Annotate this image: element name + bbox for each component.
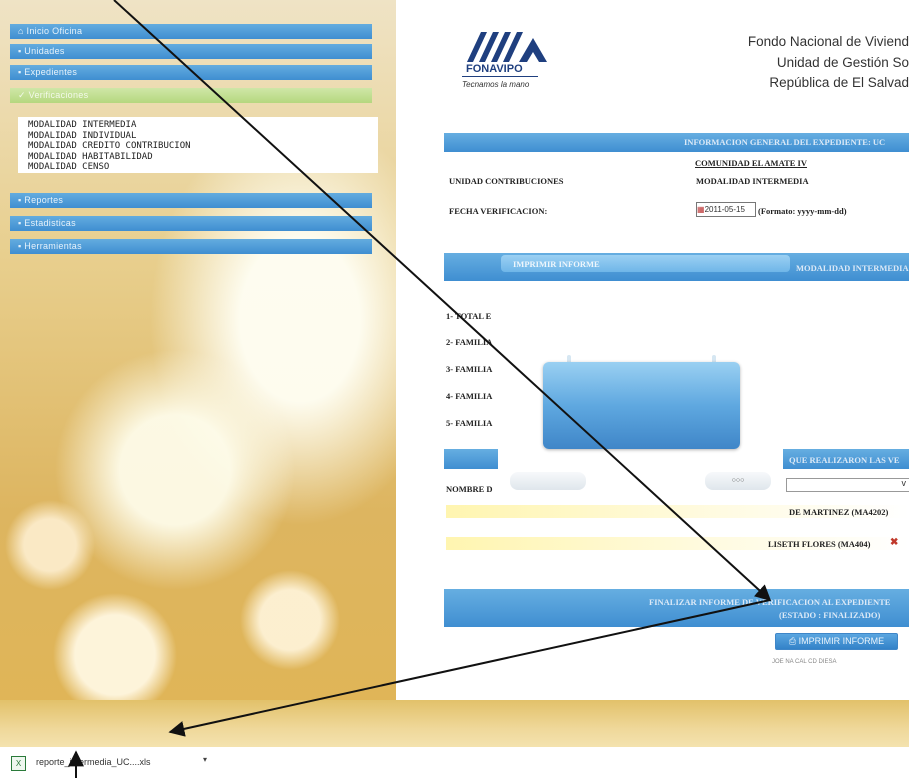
sidebar-item-inicio[interactable]: ⌂ Inicio Oficina <box>10 24 372 39</box>
verifier-name-2: LISETH FLORES (MA404) <box>768 539 871 549</box>
verifiers-band-left <box>444 449 498 469</box>
modalidad-band-title: MODALIDAD INTERMEDIA <box>796 263 909 273</box>
sidebar-item-label: Expedientes <box>24 67 78 77</box>
name-column-label: NOMBRE D <box>446 484 493 494</box>
date-format-hint: (Formato: yyyy-mm-dd) <box>758 206 847 216</box>
unit-label: UNIDAD CONTRIBUCIONES <box>449 176 564 186</box>
header-unit: Unidad de Gestión So <box>776 55 909 70</box>
verifier-row-2: LISETH FLORES (MA404) ✖ <box>446 537 909 550</box>
dialog-cancel-button[interactable] <box>510 472 586 490</box>
sidebar-item-label: Verificaciones <box>28 90 89 100</box>
sidebar-item-herramientas[interactable]: ▪ Herramientas <box>10 239 372 254</box>
verifiers-band-title: QUE REALIZARON LAS VE <box>789 455 900 465</box>
chevron-down-icon[interactable]: ▾ <box>203 755 207 764</box>
family-row-2: 2- FAMILIA <box>446 337 493 347</box>
sidebar-item-estadisticas[interactable]: ▪ Estadisticas <box>10 216 372 231</box>
screenshot-stage: ⌂ Inicio Oficina ▪ Unidades ▪ Expediente… <box>0 0 909 778</box>
list-item-modalidad-habitabilidad[interactable]: MODALIDAD HABITABILIDAD <box>18 152 378 163</box>
chevron-down-icon: v <box>901 478 907 488</box>
dialog-ok-button[interactable]: ○○○ <box>705 472 771 490</box>
sidebar-item-reportes[interactable]: ▪ Reportes <box>10 193 372 208</box>
sidebar: ⌂ Inicio Oficina ▪ Unidades ▪ Expediente… <box>0 0 396 730</box>
sidebar-item-label: Herramientas <box>24 241 82 251</box>
footnote: JOE NA CAL CD DIESA <box>772 659 837 665</box>
dialog-title: IMPRIMIR INFORME <box>513 259 600 269</box>
date-input[interactable]: ▦2011-05-15 <box>696 202 756 217</box>
download-bar: X reporte_intermedia_UC....xls ▾ <box>0 747 909 778</box>
list-item-modalidad-credito[interactable]: MODALIDAD CREDITO CONTRIBUCION <box>18 141 378 152</box>
date-label: FECHA VERIFICACION: <box>449 206 548 216</box>
list-item-modalidad-intermedia[interactable]: MODALIDAD INTERMEDIA <box>18 120 378 131</box>
print-dialog-body[interactable] <box>543 362 740 449</box>
family-row-1: 1- TOTAL E <box>446 311 492 321</box>
sidebar-item-expedientes[interactable]: ▪ Expedientes <box>10 65 372 80</box>
finalize-title: FINALIZAR INFORME DE VERIFICACION AL EXP… <box>649 597 891 607</box>
family-row-5: 5- FAMILIA <box>446 418 493 428</box>
family-row-4: 4- FAMILIA <box>446 391 493 401</box>
check-icon: ✓ <box>18 90 29 100</box>
logo-text: FONAVIPO <box>466 63 523 75</box>
community-name: COMUNIDAD EL AMATE IV <box>695 158 808 168</box>
sidebar-item-label: Unidades <box>24 46 65 56</box>
verifiers-band: QUE REALIZARON LAS VE <box>783 449 909 469</box>
logo-divider <box>462 76 538 77</box>
sidebar-item-label: Reportes <box>24 195 64 205</box>
info-band-title: INFORMACION GENERAL DEL EXPEDIENTE: UC <box>684 137 886 147</box>
printer-icon: ⎙ <box>788 636 799 646</box>
family-row-3: 3- FAMILIA <box>446 364 493 374</box>
sidebar-item-label: Estadisticas <box>24 218 76 228</box>
calendar-icon: ▦ <box>697 205 705 214</box>
logo-slogan: Tecnamos la mano <box>462 80 530 89</box>
info-band: INFORMACION GENERAL DEL EXPEDIENTE: UC <box>444 133 909 152</box>
sidebar-item-label: Inicio Oficina <box>26 26 83 36</box>
sidebar-item-unidades[interactable]: ▪ Unidades <box>10 44 372 59</box>
modality-label: MODALIDAD INTERMEDIA <box>696 176 809 186</box>
home-icon: ⌂ <box>18 26 27 36</box>
finalize-band[interactable]: FINALIZAR INFORME DE VERIFICACION AL EXP… <box>444 589 909 627</box>
list-item-modalidad-censo[interactable]: MODALIDAD CENSO <box>18 162 378 173</box>
print-report-button[interactable]: ⎙ IMPRIMIR INFORME <box>775 633 898 650</box>
header-org-name: Fondo Nacional de Viviend <box>747 34 909 49</box>
dialog-titlebar[interactable]: IMPRIMIR INFORME <box>501 255 790 272</box>
excel-file-icon: X <box>11 756 26 771</box>
bottom-band <box>0 700 909 748</box>
fonavipo-logo-icon <box>467 32 547 62</box>
delete-icon[interactable]: ✖ <box>890 537 898 548</box>
verifier-select[interactable]: v <box>786 478 909 492</box>
finalize-status: (ESTADO : FINALIZADO) <box>779 610 881 620</box>
sidebar-item-verificaciones[interactable]: ✓ Verificaciones <box>10 88 372 103</box>
modalidad-list: MODALIDAD INTERMEDIA MODALIDAD INDIVIDUA… <box>18 117 378 173</box>
list-item-modalidad-individual[interactable]: MODALIDAD INDIVIDUAL <box>18 131 378 142</box>
header-country: República de El Salvad <box>769 75 909 90</box>
download-filename[interactable]: reporte_intermedia_UC....xls <box>36 757 151 767</box>
verifier-name-1: DE MARTINEZ (MA4202) <box>789 507 889 517</box>
verifier-row-1: DE MARTINEZ (MA4202) <box>446 505 909 518</box>
